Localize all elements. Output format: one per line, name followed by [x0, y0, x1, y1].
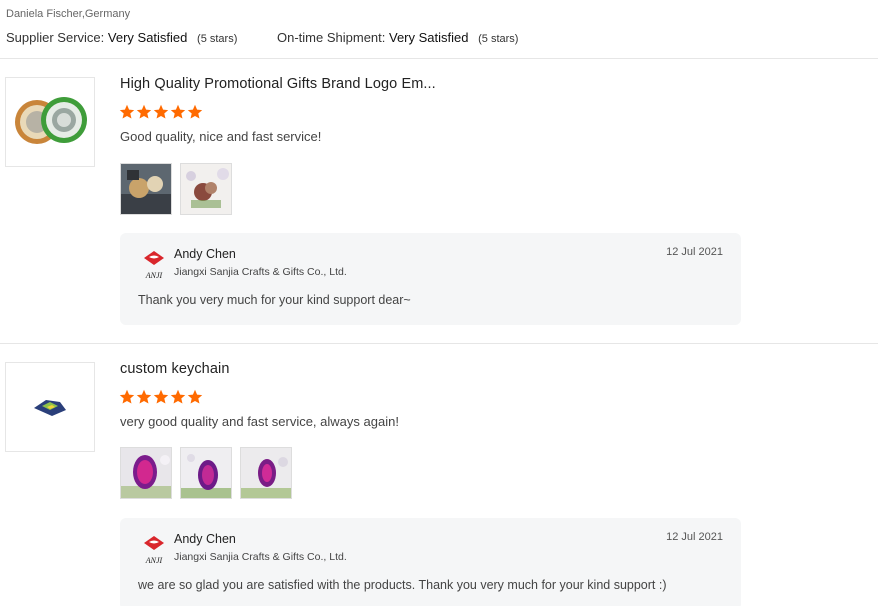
star-icon [153, 389, 169, 404]
rating-stars-text: (5 stars) [197, 33, 238, 45]
star-rating [119, 104, 203, 120]
coin-product-image [15, 97, 87, 144]
review-comment: Good quality, nice and fast service! [120, 129, 322, 144]
keychain-product-image [34, 400, 66, 416]
reply-author-name: Andy Chen [174, 247, 236, 261]
ontime-shipment-rating: On-time Shipment: Very Satisfied (5 star… [277, 30, 518, 45]
rating-value: Very Satisfied [107, 30, 188, 45]
reply-text: Thank you very much for your kind suppor… [138, 293, 411, 307]
reply-date: 12 Jul 2021 [666, 246, 723, 258]
reply-company-name: Jiangxi Sanjia Crafts & Gifts Co., Ltd. [174, 266, 347, 278]
reviewer-header: Daniela Fischer,Germany [6, 8, 130, 20]
star-icon [170, 104, 186, 119]
star-icon [153, 104, 169, 119]
star-icon [136, 104, 152, 119]
review-photo[interactable] [120, 163, 172, 215]
review-photo[interactable] [240, 447, 292, 499]
product-thumbnail[interactable] [5, 362, 95, 452]
product-title-link[interactable]: High Quality Promotional Gifts Brand Log… [120, 76, 436, 92]
ratings-row: Supplier Service: Very Satisfied (5 star… [6, 30, 518, 45]
review-photo[interactable] [180, 163, 232, 215]
review-photo[interactable] [180, 447, 232, 499]
star-icon [119, 389, 135, 404]
sanjia-logo-icon: ANJI [144, 251, 164, 280]
star-rating [119, 389, 203, 405]
product-title-link[interactable]: custom keychain [120, 361, 230, 377]
divider [0, 58, 878, 59]
supplier-service-rating: Supplier Service: Very Satisfied (5 star… [6, 30, 237, 45]
reply-author-name: Andy Chen [174, 532, 236, 546]
svg-text:ANJI: ANJI [145, 556, 163, 565]
reply-date: 12 Jul 2021 [666, 531, 723, 543]
reviewer-name: Daniela Fischer,Germany [6, 8, 131, 20]
star-icon [170, 389, 186, 404]
review-photos [120, 163, 232, 215]
star-icon [187, 389, 203, 404]
svg-text:ANJI: ANJI [145, 271, 163, 280]
product-thumbnail[interactable] [5, 77, 95, 167]
reply-company-name: Jiangxi Sanjia Crafts & Gifts Co., Ltd. [174, 551, 347, 563]
review-photos [120, 447, 292, 499]
star-icon [187, 104, 203, 119]
supplier-reply: ANJI Andy Chen Jiangxi Sanjia Crafts & G… [120, 233, 741, 325]
rating-stars-text: (5 stars) [478, 33, 519, 45]
review-photo[interactable] [120, 447, 172, 499]
star-icon [136, 389, 152, 404]
supplier-reply: ANJI Andy Chen Jiangxi Sanjia Crafts & G… [120, 518, 741, 606]
review-comment: very good quality and fast service, alwa… [120, 414, 399, 429]
rating-label: On-time Shipment: [277, 30, 386, 45]
rating-label: Supplier Service: [6, 30, 105, 45]
rating-value: Very Satisfied [389, 30, 469, 45]
star-icon [119, 104, 135, 119]
reply-text: we are so glad you are satisfied with th… [138, 578, 667, 592]
sanjia-logo-icon: ANJI [144, 536, 164, 565]
divider [0, 343, 878, 344]
